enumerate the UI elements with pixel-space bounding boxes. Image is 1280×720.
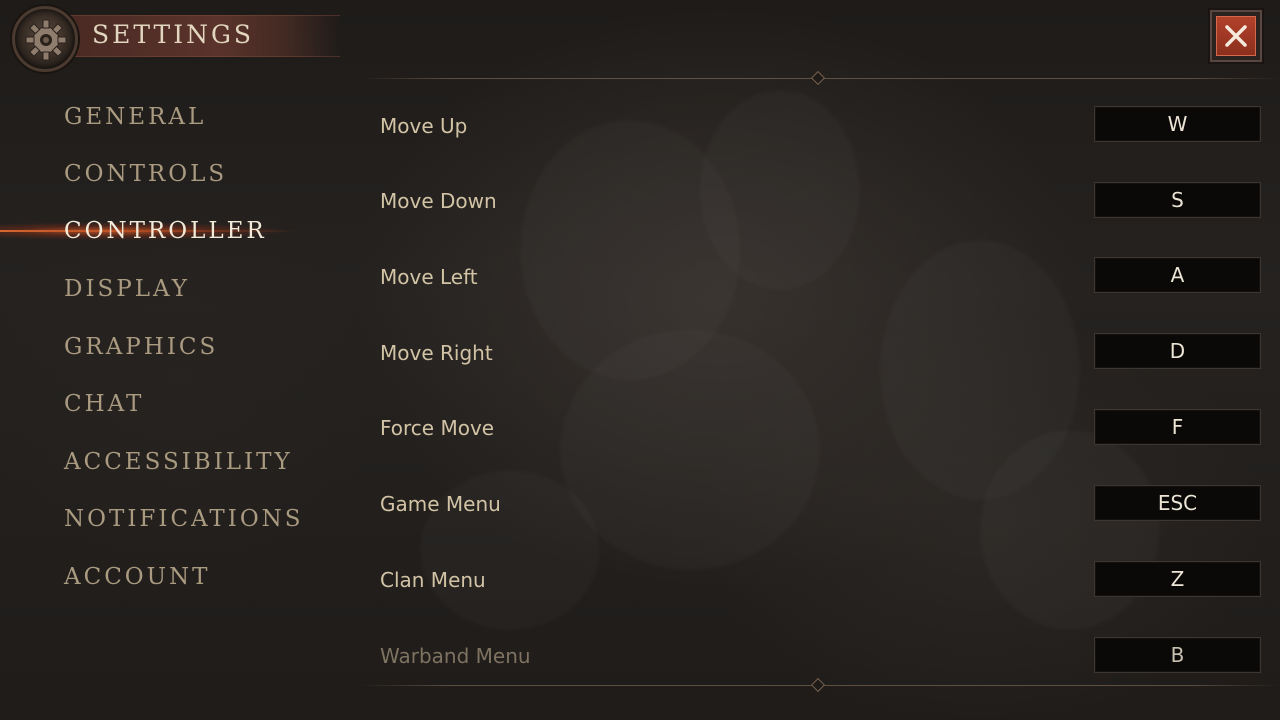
key-button-game-menu[interactable]: ESC: [1094, 485, 1261, 521]
key-button-warband-menu[interactable]: B: [1094, 637, 1261, 673]
key-button-force-move[interactable]: F: [1094, 409, 1261, 445]
binding-label-game-menu: Game Menu: [380, 492, 501, 516]
binding-label-force-move: Force Move: [380, 416, 495, 440]
key-button-move-up[interactable]: W: [1094, 106, 1261, 142]
binding-label-move-left: Move Left: [380, 265, 478, 289]
key-button-move-down[interactable]: S: [1094, 182, 1261, 218]
binding-label-move-right: Move Right: [380, 341, 493, 365]
keybinding-list: Move Up W Move Down S Move Left A Move R…: [0, 0, 1280, 720]
binding-label-move-down: Move Down: [380, 189, 497, 213]
binding-label-warband-menu: Warband Menu: [380, 644, 531, 668]
key-button-move-left[interactable]: A: [1094, 257, 1261, 293]
key-button-move-right[interactable]: D: [1094, 333, 1261, 369]
binding-label-move-up: Move Up: [380, 114, 468, 138]
binding-label-clan-menu: Clan Menu: [380, 568, 486, 592]
key-button-clan-menu[interactable]: Z: [1094, 561, 1261, 597]
